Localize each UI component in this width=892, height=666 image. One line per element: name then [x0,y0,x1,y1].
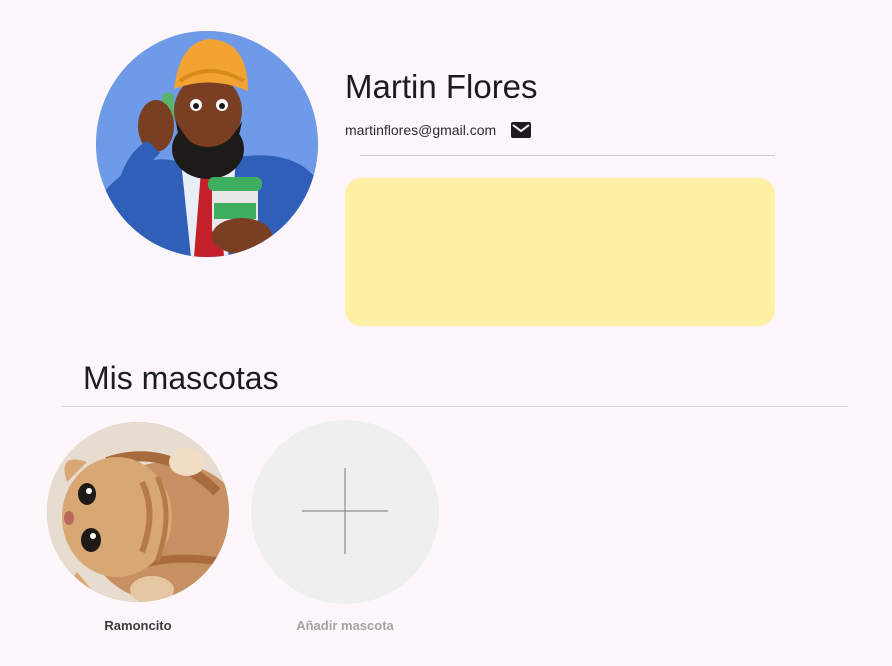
profile-page: Martin Flores martinflores@gmail.com Mis… [0,0,892,666]
pet-photo[interactable] [47,422,229,602]
profile-divider [360,155,775,156]
user-avatar[interactable] [96,31,318,257]
pet-name: Ramoncito [104,618,172,633]
kitten-photo [47,422,229,602]
user-name: Martin Flores [345,68,538,105]
user-avatar-illustration [96,31,318,257]
email-row: martinflores@gmail.com [345,120,532,140]
mail-icon[interactable] [510,121,532,139]
plus-icon [302,468,388,554]
pets-section-title: Mis mascotas [83,360,279,396]
add-pet-item[interactable]: Añadir mascota [251,420,439,633]
add-pet-button[interactable] [251,420,439,604]
pets-section-divider [62,406,848,407]
user-email: martinflores@gmail.com [345,122,497,138]
pet-item[interactable]: Ramoncito [47,422,229,633]
add-pet-label: Añadir mascota [296,618,394,633]
bio-card[interactable] [345,178,775,326]
